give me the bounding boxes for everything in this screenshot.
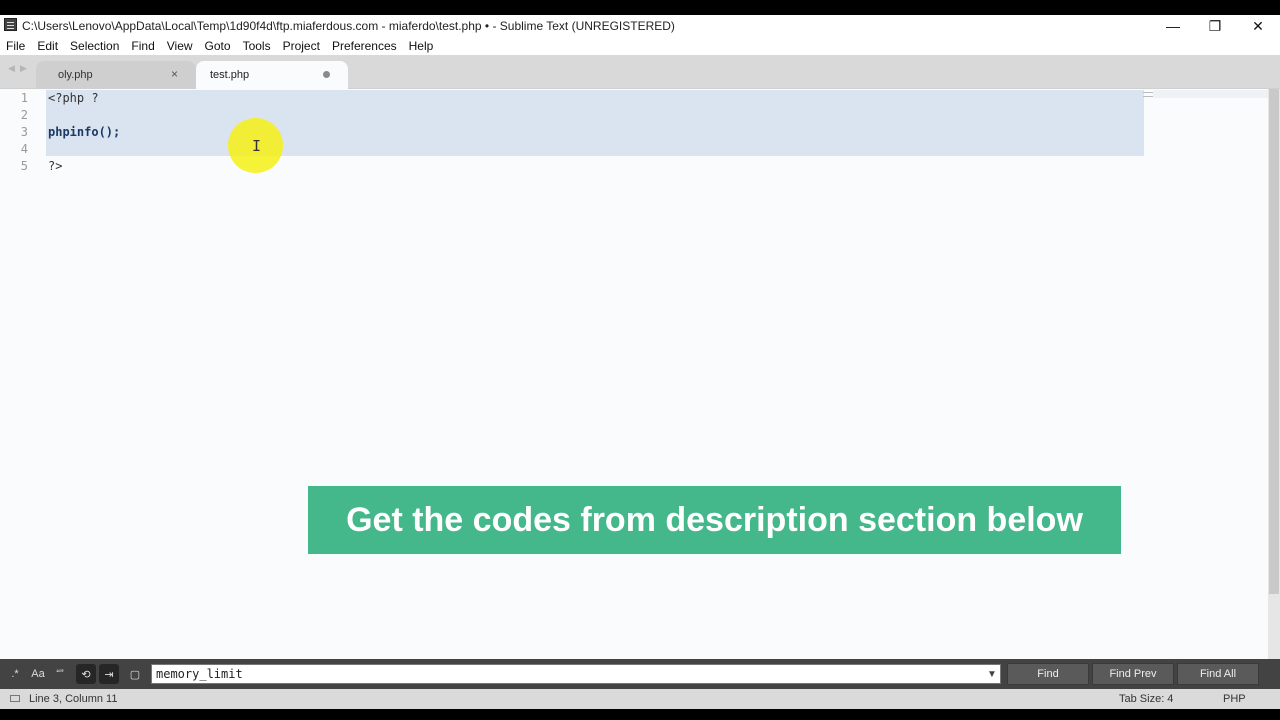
code-line[interactable]: phpinfo(); xyxy=(48,125,120,139)
close-button[interactable]: ✕ xyxy=(1235,15,1280,37)
screen-bottom-bar xyxy=(0,709,1280,720)
menu-file[interactable]: File xyxy=(0,37,31,55)
menu-project[interactable]: Project xyxy=(277,37,326,55)
banner-text: Get the codes from description section b… xyxy=(346,500,1083,539)
find-input[interactable]: memory_limit xyxy=(151,664,1001,684)
line-number: 2 xyxy=(20,108,28,122)
minimize-button[interactable]: — xyxy=(1150,15,1196,37)
cursor-position: Line 3, Column 11 xyxy=(29,693,118,705)
whole-word-toggle-icon[interactable]: “” xyxy=(50,664,70,684)
menu-goto[interactable]: Goto xyxy=(199,37,237,55)
ibeam-cursor-icon: I xyxy=(252,137,262,155)
menu-help[interactable]: Help xyxy=(403,37,440,55)
tab-label: test.php xyxy=(210,69,250,81)
in-selection-toggle-icon[interactable]: ⇥ xyxy=(99,664,119,684)
chevron-down-icon[interactable]: ▼ xyxy=(984,664,1000,684)
case-sensitive-toggle-icon[interactable]: Aa xyxy=(28,664,48,684)
menu-view[interactable]: View xyxy=(161,37,199,55)
line-gutter xyxy=(0,89,40,659)
minimap-viewport[interactable] xyxy=(1153,90,1268,98)
regex-toggle-icon[interactable]: .* xyxy=(6,664,24,684)
sublime-app-icon xyxy=(4,18,17,31)
minimap-marker xyxy=(1143,92,1153,97)
status-bar: Line 3, Column 11 Tab Size: 4 PHP xyxy=(0,689,1280,709)
tab-label: oly.php xyxy=(58,69,93,81)
line-number: 5 xyxy=(20,159,28,173)
find-all-button[interactable]: Find All xyxy=(1177,663,1259,685)
close-tab-icon[interactable]: × xyxy=(171,67,178,81)
panel-switcher-icon[interactable] xyxy=(10,695,20,702)
scrollbar-thumb[interactable] xyxy=(1269,89,1279,594)
line-number: 1 xyxy=(20,91,28,105)
menu-bar: File Edit Selection Find View Goto Tools… xyxy=(0,37,1280,55)
menu-selection[interactable]: Selection xyxy=(64,37,125,55)
promo-banner: Get the codes from description section b… xyxy=(308,486,1121,554)
menu-find[interactable]: Find xyxy=(125,37,160,55)
find-button[interactable]: Find xyxy=(1007,663,1089,685)
text-selection xyxy=(46,90,1144,156)
unsaved-dot-icon[interactable] xyxy=(323,71,330,78)
tab-test-php[interactable]: test.php xyxy=(196,61,348,89)
menu-preferences[interactable]: Preferences xyxy=(326,37,403,55)
restore-button[interactable]: ❐ xyxy=(1192,15,1238,37)
code-editor[interactable] xyxy=(0,89,1268,659)
code-line[interactable]: ?> xyxy=(48,159,62,173)
line-number: 4 xyxy=(20,142,28,156)
tab-oly-php[interactable]: oly.php × xyxy=(36,61,196,89)
window-title: C:\Users\Lenovo\AppData\Local\Temp\1d90f… xyxy=(22,19,675,33)
screen-top-bar xyxy=(0,0,1280,15)
menu-tools[interactable]: Tools xyxy=(237,37,277,55)
nav-forward-icon[interactable]: ▶ xyxy=(20,63,27,74)
highlight-matches-toggle-icon[interactable]: ▢ xyxy=(125,664,145,684)
line-number: 3 xyxy=(20,125,28,139)
code-line[interactable]: <?php ? xyxy=(48,91,99,105)
find-prev-button[interactable]: Find Prev xyxy=(1092,663,1174,685)
syntax-indicator[interactable]: PHP xyxy=(1223,693,1246,705)
menu-edit[interactable]: Edit xyxy=(31,37,64,55)
nav-back-icon[interactable]: ◀ xyxy=(8,63,15,74)
tab-size-indicator[interactable]: Tab Size: 4 xyxy=(1119,693,1173,705)
wrap-toggle-icon[interactable]: ⟲ xyxy=(76,664,96,684)
